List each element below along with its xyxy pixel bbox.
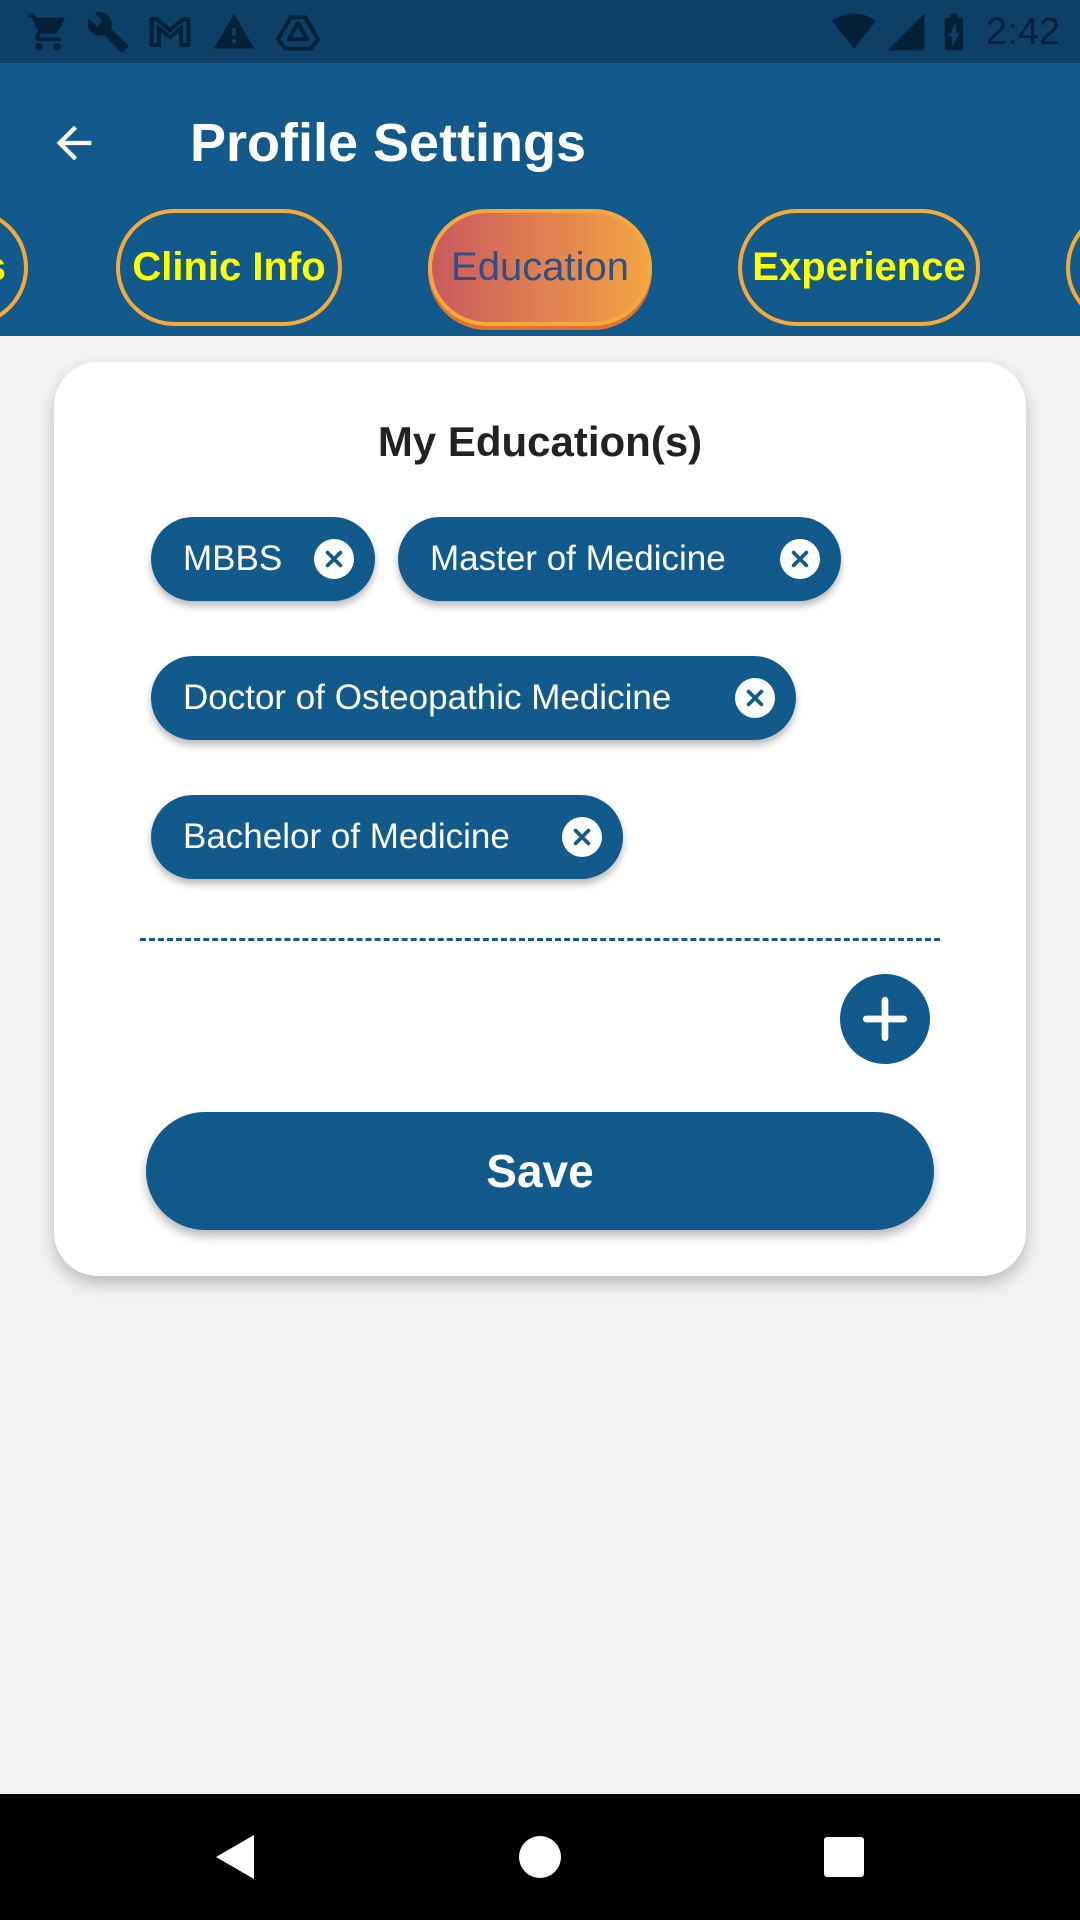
- app-bar: Profile Settings s Clinic Info Education…: [0, 63, 1080, 336]
- tab-clinic-info[interactable]: Clinic Info: [116, 209, 342, 326]
- system-nav-bar: [0, 1794, 1080, 1920]
- education-chip[interactable]: MBBS: [151, 517, 375, 601]
- tab-next[interactable]: [1066, 209, 1080, 326]
- remove-chip-button[interactable]: [314, 539, 354, 579]
- close-icon: [746, 689, 764, 707]
- recents-square-icon: [824, 1837, 864, 1877]
- education-card: My Education(s) MBBS Master of Medicine …: [54, 362, 1026, 1276]
- card-title: My Education(s): [377, 418, 703, 465]
- education-chip[interactable]: Bachelor of Medicine: [151, 795, 623, 879]
- chip-label: Master of Medicine: [430, 539, 726, 578]
- education-chip[interactable]: Doctor of Osteopathic Medicine: [151, 656, 796, 740]
- input-underline[interactable]: [140, 938, 940, 941]
- wifi-icon: [832, 13, 876, 49]
- close-icon: [791, 550, 809, 568]
- remove-chip-button[interactable]: [562, 817, 602, 857]
- tab-experience[interactable]: Experience: [738, 209, 980, 326]
- remove-chip-button[interactable]: [780, 539, 820, 579]
- education-chip[interactable]: Master of Medicine: [398, 517, 841, 601]
- tab-previous[interactable]: s: [0, 209, 28, 326]
- add-education-button[interactable]: [840, 974, 930, 1064]
- tab-label: s: [0, 245, 6, 290]
- chip-label: Bachelor of Medicine: [183, 817, 510, 856]
- nav-back-button[interactable]: [206, 1827, 266, 1887]
- close-icon: [325, 550, 343, 568]
- tab-label: Clinic Info: [132, 245, 326, 289]
- tab-label: Experience: [752, 245, 966, 289]
- wrench-icon: [87, 12, 129, 53]
- plus-icon: [862, 996, 908, 1042]
- tab-education[interactable]: Education: [428, 209, 652, 326]
- chip-label: MBBS: [183, 539, 283, 578]
- back-triangle-icon: [216, 1835, 254, 1879]
- warning-icon: [213, 13, 255, 49]
- status-bar: 2:42: [0, 0, 1080, 63]
- arrow-left-icon: [56, 125, 92, 161]
- clock: 2:42: [986, 11, 1060, 53]
- home-circle-icon: [519, 1836, 561, 1878]
- nav-home-button[interactable]: [510, 1827, 570, 1887]
- signal-icon: [887, 13, 925, 51]
- gmail-icon: [149, 17, 191, 47]
- battery-charging-icon: [944, 13, 964, 51]
- cart-icon: [27, 13, 65, 51]
- chip-label: Doctor of Osteopathic Medicine: [183, 678, 672, 717]
- nav-recents-button[interactable]: [814, 1827, 874, 1887]
- save-button[interactable]: Save: [146, 1112, 934, 1230]
- page-title: Profile Settings: [190, 113, 587, 173]
- back-button[interactable]: [34, 103, 114, 183]
- tab-bar: s Clinic Info Education Experience: [0, 209, 1080, 329]
- tab-label: Education: [451, 245, 629, 289]
- remove-chip-button[interactable]: [735, 678, 775, 718]
- drive-icon: [276, 15, 320, 51]
- close-icon: [573, 828, 591, 846]
